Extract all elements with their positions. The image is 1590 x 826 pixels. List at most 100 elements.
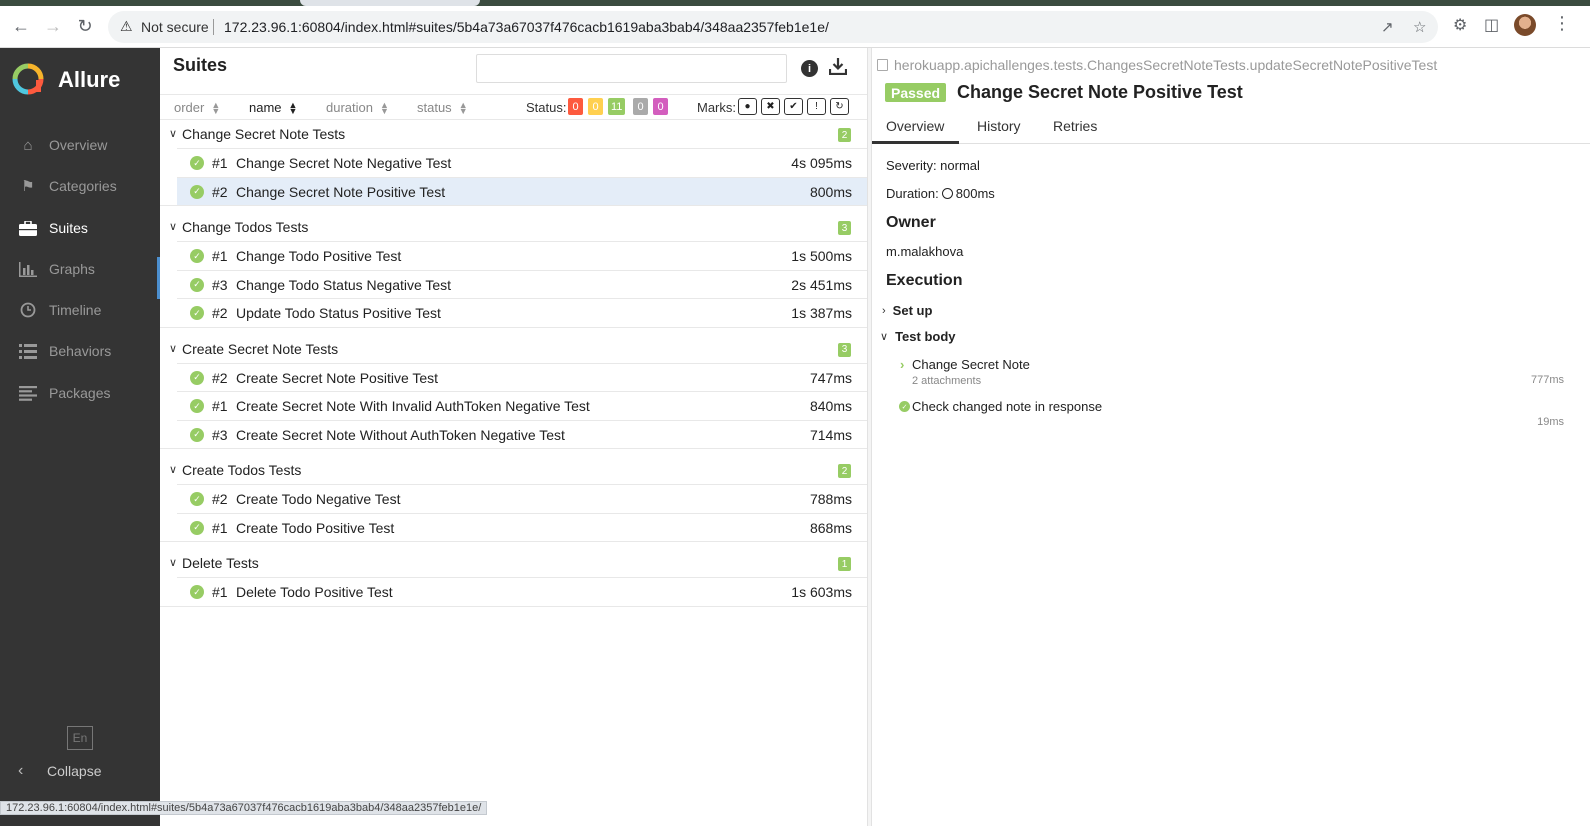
tab-overview[interactable]: Overview (886, 118, 944, 134)
setup-label: Set up (892, 303, 933, 318)
sort-status[interactable]: status ▲ ▼ (417, 100, 468, 115)
sidebar-item-label: Overview (49, 137, 108, 153)
status-skipped-toggle[interactable]: 0 (633, 98, 648, 115)
step-attachments: 2 attachments (912, 375, 982, 387)
star-icon[interactable]: ☆ (1413, 18, 1426, 36)
address-bar[interactable]: ⚠ Not secure 172.23.96.1:60804/index.htm… (108, 11, 1438, 43)
test-row[interactable]: ✓ #3 Create Secret Note Without AuthToke… (177, 419, 867, 449)
test-row[interactable]: ✓ #3 Change Todo Status Negative Test 2s… (177, 269, 867, 299)
passed-icon: ✓ (190, 427, 204, 442)
sort-status-label: status (417, 100, 452, 115)
collapse-button[interactable]: ‹ Collapse (18, 762, 101, 780)
info-icon[interactable]: i (801, 60, 818, 77)
sidebar-item-label: Behaviors (49, 343, 112, 359)
test-full-name[interactable]: herokuapp.apichallenges.tests.ChangesSec… (877, 57, 1437, 73)
side-panel-icon[interactable]: ◫ (1484, 15, 1499, 35)
chevron-right-icon[interactable]: › (900, 357, 904, 372)
status-filter-label: Status: (526, 100, 567, 115)
chevron-down-icon: ∨ (169, 221, 178, 233)
suite-count-badge: 3 (838, 342, 851, 357)
step-name[interactable]: Change Secret Note (912, 357, 1030, 372)
status-passed-toggle[interactable]: 11 (608, 98, 626, 115)
new-failed-mark-icon[interactable]: ✖ (761, 98, 780, 115)
browser-tab[interactable] (300, 0, 480, 6)
suite-group: ∨ Delete Tests 1 ✓ #1 Delete Todo Positi… (160, 550, 867, 607)
sidebar-item-packages[interactable]: Packages (0, 373, 160, 413)
status-unknown-toggle[interactable]: 0 (653, 98, 668, 115)
sort-duration[interactable]: duration ▲ ▼ (326, 100, 389, 115)
flaky-mark-icon[interactable]: ● (738, 98, 757, 115)
sidebar-item-overview[interactable]: ⌂ Overview (0, 125, 160, 165)
suite-group-header[interactable]: ∨ Delete Tests 1 (160, 550, 867, 577)
sort-arrows-icon: ▲ ▼ (379, 99, 389, 116)
tab-retries[interactable]: Retries (1053, 118, 1097, 134)
forward-icon[interactable]: → (41, 14, 65, 38)
retries-mark-icon[interactable]: ↻ (830, 98, 849, 115)
test-duration: 788ms (809, 491, 852, 507)
browser-toolbar: ← → ↻ ⚠ Not secure 172.23.96.1:60804/ind… (0, 0, 1590, 48)
chevron-down-icon: ∨ (169, 342, 178, 355)
suite-group-header[interactable]: ∨ Create Secret Note Tests 3 (160, 336, 867, 363)
sort-arrows-icon: ▲ ▼ (211, 99, 221, 116)
chevron-down-icon: ∨ (169, 464, 178, 476)
new-passed-mark-icon[interactable]: ✔ (784, 98, 803, 115)
download-icon[interactable] (828, 58, 848, 80)
test-order: #1 (212, 584, 228, 600)
search-input[interactable] (476, 54, 787, 83)
suite-group-header[interactable]: ∨ Change Todos Tests 3 (160, 214, 867, 241)
profile-avatar[interactable] (1514, 14, 1536, 36)
language-switch[interactable]: En (67, 726, 93, 750)
reload-icon[interactable]: ↻ (73, 14, 97, 38)
suites-tree: ∨ Change Secret Note Tests 2 ✓ #1 Change… (160, 121, 867, 615)
tab-history[interactable]: History (977, 118, 1021, 134)
new-broken-mark-icon[interactable]: ! (807, 98, 826, 115)
test-order: #1 (212, 248, 228, 264)
sidebar: Allure ⌂ Overview ⚑ Categories Suites Gr… (0, 48, 160, 826)
test-row[interactable]: ✓ #2 Create Secret Note Positive Test 74… (177, 362, 867, 392)
test-row[interactable]: ✓ #1 Change Secret Note Negative Test 4s… (177, 148, 867, 177)
test-name: Create Todo Negative Test (236, 491, 401, 507)
copy-icon[interactable] (877, 59, 888, 71)
back-icon[interactable]: ← (9, 14, 33, 38)
suite-count-badge: 3 (838, 221, 851, 235)
test-body-section[interactable]: ∨ Test body (880, 329, 956, 344)
test-row[interactable]: ✓ #2 Update Todo Status Positive Test 1s… (177, 298, 867, 327)
test-row[interactable]: ✓ #1 Delete Todo Positive Test 1s 603ms (177, 577, 867, 606)
menu-icon[interactable]: ⋮ (1553, 13, 1571, 34)
active-tab-indicator (872, 141, 959, 144)
detail-tabs: Overview History Retries (872, 112, 1590, 144)
test-duration: 1s 500ms (791, 248, 852, 264)
sort-name-label: name (249, 100, 282, 115)
test-row[interactable]: ✓ #1 Create Secret Note With Invalid Aut… (177, 391, 867, 420)
test-order: #2 (212, 491, 228, 507)
test-row-selected[interactable]: ✓ #2 Change Secret Note Positive Test 80… (177, 176, 867, 205)
setup-section[interactable]: › Set up (882, 303, 932, 318)
step-duration: 19ms (1537, 416, 1564, 428)
sidebar-item-timeline[interactable]: Timeline (0, 290, 160, 330)
sidebar-item-graphs[interactable]: Graphs (0, 249, 160, 289)
sidebar-item-categories[interactable]: ⚑ Categories (0, 166, 160, 206)
url-text[interactable]: 172.23.96.1:60804/index.html#suites/5b4a… (224, 19, 829, 35)
test-duration: 800ms (809, 183, 852, 200)
test-row[interactable]: ✓ #2 Create Todo Negative Test 788ms (177, 484, 867, 513)
sidebar-item-behaviors[interactable]: Behaviors (0, 331, 160, 371)
sort-order[interactable]: order ▲ ▼ (174, 100, 220, 115)
suite-group-header[interactable]: ∨ Create Todos Tests 2 (160, 457, 867, 484)
link-status-bar: 172.23.96.1:60804/index.html#suites/5b4a… (0, 801, 488, 815)
collapse-label: Collapse (47, 763, 102, 779)
extensions-icon[interactable]: ⚙ (1453, 15, 1467, 35)
sort-name[interactable]: name ▲ ▼ (249, 100, 297, 115)
test-row[interactable]: ✓ #1 Change Todo Positive Test 1s 500ms (177, 241, 867, 270)
share-icon[interactable]: ↗ (1381, 18, 1394, 36)
owner-value: m.malakhova (886, 244, 964, 259)
test-duration: 840ms (809, 398, 852, 414)
suite-name: Delete Tests (182, 555, 259, 571)
sidebar-item-label: Packages (49, 385, 111, 401)
status-broken-toggle[interactable]: 0 (588, 98, 603, 115)
status-failed-toggle[interactable]: 0 (568, 98, 583, 115)
test-row[interactable]: ✓ #1 Create Todo Positive Test 868ms (177, 512, 867, 542)
suite-group-header[interactable]: ∨ Change Secret Note Tests 2 (160, 121, 867, 148)
chevron-down-icon: ∨ (169, 557, 178, 569)
brand-name: Allure (58, 67, 121, 92)
sidebar-item-suites[interactable]: Suites (0, 208, 160, 248)
